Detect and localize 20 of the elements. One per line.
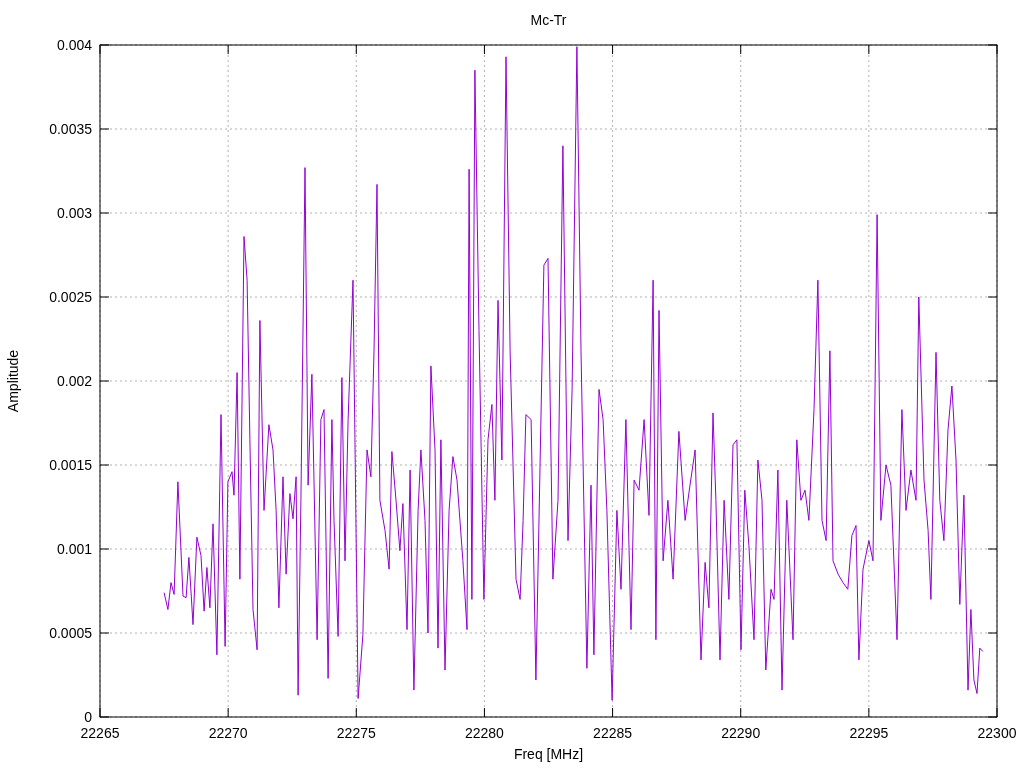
tick-label: 22290 [721,725,761,741]
tick-label: 0.001 [56,541,92,557]
tick-label: 22270 [208,725,248,741]
tick-label: 0.0015 [49,457,92,473]
tick-label: 0 [84,709,92,725]
axis-label: Freq [MHz] [513,746,584,762]
tick-label: 0.0025 [49,289,92,305]
tick-label: 22285 [593,725,633,741]
axis-label: Amplitude [5,349,21,413]
tick-label: 0.003 [56,205,92,221]
tick-label: 22280 [464,725,504,741]
tick-label: 22265 [80,725,120,741]
tick-label: 22275 [336,725,376,741]
tick-label: 22295 [849,725,889,741]
tick-label: 0.0005 [49,625,92,641]
chart-title: Mc-Tr [530,12,567,28]
tick-label: 0.002 [56,373,92,389]
tick-label: 0.004 [56,37,92,53]
tick-label: 0.0035 [49,121,92,137]
tick-label: 22300 [977,725,1017,741]
